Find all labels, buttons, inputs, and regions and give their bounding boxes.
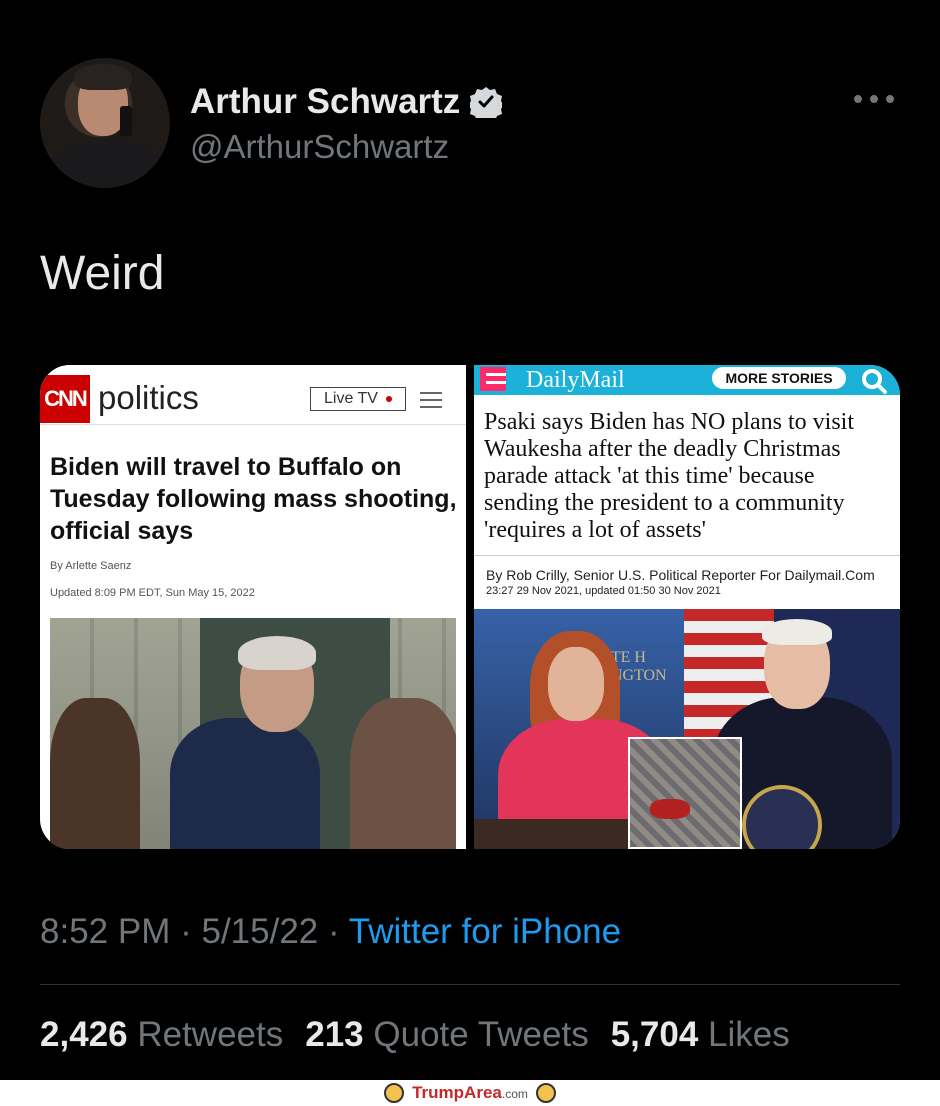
cnn-section: politics [98,379,199,416]
dailymail-header: DailyMail MORE STORIES [474,365,900,395]
menu-line [420,399,442,401]
divider [474,555,900,556]
avatar[interactable] [40,58,170,188]
dailymail-logo: DailyMail [526,367,625,393]
dailymail-photo: HITE H HINGTON [474,609,900,849]
live-tv-label: Live TV [324,390,378,407]
avatar-phone [120,106,132,136]
tweet-metadata: 8:52 PM · 5/15/22 · Twitter for iPhone [40,912,621,952]
photo-podium [474,819,634,849]
watermark-name: TrumpArea [412,1083,502,1102]
likes-count: 5,704 [610,1015,699,1054]
separator: · [180,912,192,951]
media-image-cnn[interactable]: CNN politics Live TV Biden will travel t… [40,365,466,849]
watermark-face-icon [384,1083,405,1103]
live-dot-icon [385,396,392,402]
search-icon [862,369,887,394]
separator: · [328,912,340,951]
tweet-source-link[interactable]: Twitter for iPhone [349,912,621,951]
cnn-headline: Biden will travel to Buffalo on Tuesday … [50,453,457,545]
watermark-tld: .com [501,1087,528,1101]
quote-tweets-label: Quote Tweets [373,1015,589,1054]
watermark-face-icon [535,1083,556,1103]
watermark-bar: TrumpArea.com [0,1080,940,1106]
dot [870,95,878,103]
likes-stat[interactable]: 5,704 Likes [611,1015,790,1055]
tweet-time[interactable]: 8:52 PM [40,912,170,951]
cnn-header: CNN politics Live TV [40,365,466,425]
more-options-icon[interactable] [854,92,894,106]
likes-label: Likes [708,1015,790,1054]
photo-person-hair [762,619,832,645]
photo-person [50,698,140,849]
tweet-header: Arthur Schwartz @ArthurSchwartz [40,58,900,190]
avatar-body [48,140,164,188]
photo-person-face [548,647,604,721]
hamburger-menu-icon [420,392,442,408]
photo-person-hair [238,636,316,670]
retweets-label: Retweets [137,1015,284,1054]
photo-person-suit [170,718,320,849]
photo-person [350,698,456,849]
tweet-media[interactable]: CNN politics Live TV Biden will travel t… [40,365,900,849]
dailymail-menu-icon [480,367,506,391]
dot [854,95,862,103]
cnn-photo [50,618,456,849]
tweet-stats: 2,426 Retweets 213 Quote Tweets 5,704 Li… [40,1015,790,1055]
cnn-updated: Updated 8:09 PM EDT, Sun May 15, 2022 [50,587,255,599]
avatar-hair [74,64,132,90]
name-row: Arthur Schwartz [190,82,503,122]
display-name[interactable]: Arthur Schwartz [190,82,460,122]
watermark: TrumpArea.com [412,1083,528,1103]
tweet-date[interactable]: 5/15/22 [201,912,318,951]
menu-line [420,406,442,408]
more-stories-button: MORE STORIES [712,367,846,389]
dailymail-headline: Psaki says Biden has NO plans to visit W… [484,409,854,543]
dailymail-byline: By Rob Crilly, Senior U.S. Political Rep… [486,567,875,583]
menu-line [420,392,442,394]
cnn-byline: By Arlette Saenz [50,560,132,572]
dailymail-date: 23:27 29 Nov 2021, updated 01:50 30 Nov … [486,585,721,597]
dot [886,95,894,103]
photo-inset [628,737,742,849]
retweets-stat[interactable]: 2,426 Retweets [40,1015,283,1055]
live-tv-badge: Live TV [310,387,406,411]
quote-tweets-count: 213 [305,1015,364,1054]
retweets-count: 2,426 [40,1015,128,1054]
media-image-dailymail[interactable]: DailyMail MORE STORIES Psaki says Biden … [474,365,900,849]
quote-tweets-stat[interactable]: 213 Quote Tweets [305,1015,588,1055]
user-handle[interactable]: @ArthurSchwartz [190,128,449,166]
cnn-logo: CNN [40,375,90,423]
divider [40,984,900,985]
tweet-text: Weird [40,247,165,300]
verified-badge-icon [470,87,503,118]
